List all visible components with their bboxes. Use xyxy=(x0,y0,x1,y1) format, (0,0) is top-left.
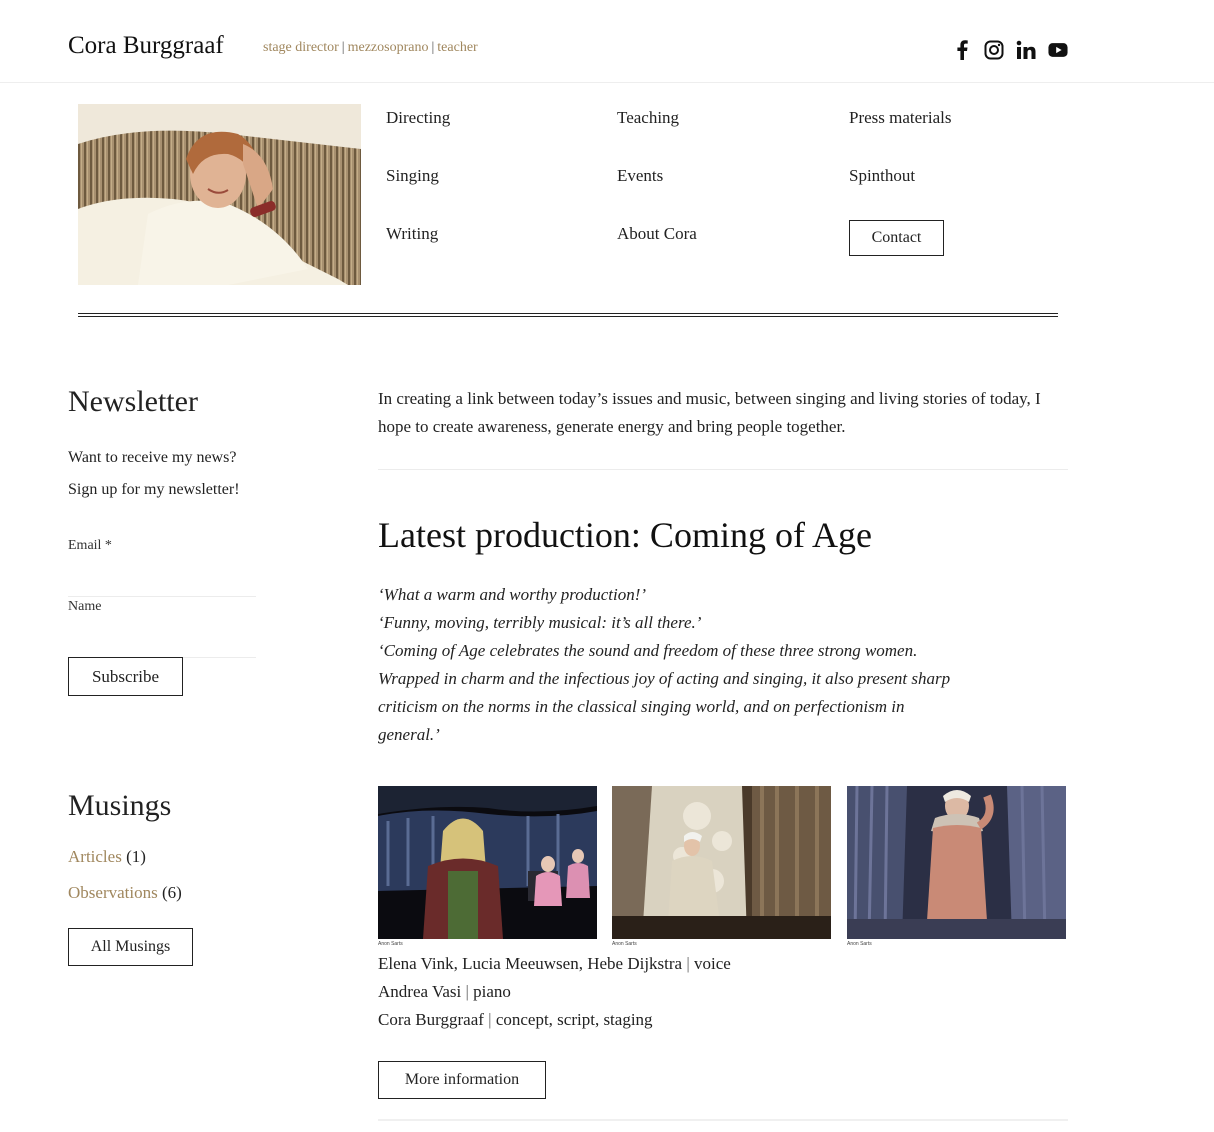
intro-text: In creating a link between today’s issue… xyxy=(378,389,1041,436)
production-photo[interactable] xyxy=(378,786,597,939)
subscribe-button[interactable]: Subscribe xyxy=(68,657,183,696)
facebook-icon[interactable] xyxy=(952,40,972,60)
production-title: Latest production: Coming of Age xyxy=(378,515,872,555)
cast-names: Elena Vink, Lucia Meeuwsen, Hebe Dijkstr… xyxy=(378,954,683,973)
contact-button[interactable]: Contact xyxy=(849,220,944,256)
cast-separator: | xyxy=(465,982,469,1001)
nav-item-writing[interactable]: Writing xyxy=(386,224,438,244)
cast-role: voice xyxy=(694,954,731,973)
press-quotes: ‘What a warm and worthy production!’ ‘Fu… xyxy=(378,581,1058,749)
production-photo[interactable] xyxy=(612,786,831,939)
musings-category: Observations (6) xyxy=(68,883,182,903)
cast-line: Andrea Vasi | piano xyxy=(378,978,731,1006)
newsletter-text: Want to receive my news? xyxy=(68,449,237,466)
quote-line: criticism on the norms in the classical … xyxy=(378,697,905,716)
tagline-role: mezzosoprano xyxy=(347,40,429,55)
quote-line: Wrapped in charm and the infectious joy … xyxy=(378,669,951,688)
site-header: Cora Burggraaf stage director | mezzosopra… xyxy=(0,0,1214,83)
nav-item-singing[interactable]: Singing xyxy=(386,166,439,186)
social-links xyxy=(952,40,1068,60)
musings-title: Musings xyxy=(68,789,172,822)
quote-line: general.’ xyxy=(378,725,440,744)
quote-line: ‘Coming of Age celebrates the sound and … xyxy=(378,641,918,660)
newsletter-text: Sign up for my newsletter! xyxy=(68,481,240,498)
email-label: Email * xyxy=(68,538,112,553)
observations-count: (6) xyxy=(161,883,182,902)
photo-credit: Anon Sarts xyxy=(378,941,403,947)
site-name-link[interactable]: Cora Burggraaf xyxy=(68,32,224,60)
newsletter-title: Newsletter xyxy=(68,385,198,418)
cast-role: concept, script, staging xyxy=(495,1010,653,1029)
photo-credit: Anon Sarts xyxy=(612,941,637,947)
tagline-role: teacher xyxy=(437,40,478,55)
production-photo[interactable] xyxy=(847,786,1066,939)
more-information-button[interactable]: More information xyxy=(378,1061,546,1099)
email-field[interactable] xyxy=(68,596,256,597)
youtube-icon[interactable] xyxy=(1048,40,1068,60)
nav-item-teaching[interactable]: Teaching xyxy=(617,108,679,128)
photo-credit: Anon Sarts xyxy=(847,941,872,947)
articles-link[interactable]: Articles xyxy=(68,847,122,866)
cast-separator: | xyxy=(488,1010,492,1029)
cast-names: Cora Burggraaf xyxy=(378,1010,484,1029)
portrait-photo xyxy=(78,104,361,285)
nav-item-press-materials[interactable]: Press materials xyxy=(849,108,951,128)
tagline-separator: | xyxy=(341,40,345,55)
cast-role: piano xyxy=(473,982,511,1001)
cast-line: Cora Burggraaf | concept, script, stagin… xyxy=(378,1006,731,1034)
header-divider xyxy=(78,313,1058,317)
quote-line: ‘What a warm and worthy production!’ xyxy=(378,585,647,604)
cast-list: Elena Vink, Lucia Meeuwsen, Hebe Dijkstr… xyxy=(378,950,731,1034)
linkedin-icon[interactable] xyxy=(1016,40,1036,60)
nav-item-about[interactable]: About Cora xyxy=(617,224,697,244)
articles-count: (1) xyxy=(126,847,146,866)
content-divider xyxy=(378,1119,1068,1121)
nav-item-directing[interactable]: Directing xyxy=(386,108,450,128)
instagram-icon[interactable] xyxy=(984,40,1004,60)
quote-line: ‘Funny, moving, terribly musical: it’s a… xyxy=(378,613,702,632)
musings-category: Articles (1) xyxy=(68,847,146,867)
nav-item-spinthout[interactable]: Spinthout xyxy=(849,166,915,186)
tagline-separator: | xyxy=(431,40,435,55)
name-label: Name xyxy=(68,599,102,614)
content-divider xyxy=(378,469,1068,470)
cast-line: Elena Vink, Lucia Meeuwsen, Hebe Dijkstr… xyxy=(378,950,731,978)
all-musings-button[interactable]: All Musings xyxy=(68,928,193,966)
site-tagline: stage director | mezzosoprano | teacher xyxy=(263,40,478,56)
cast-separator: | xyxy=(686,954,690,973)
observations-link[interactable]: Observations xyxy=(68,883,158,902)
nav-item-events[interactable]: Events xyxy=(617,166,663,186)
cast-names: Andrea Vasi xyxy=(378,982,462,1001)
tagline-role: stage director xyxy=(263,40,339,55)
